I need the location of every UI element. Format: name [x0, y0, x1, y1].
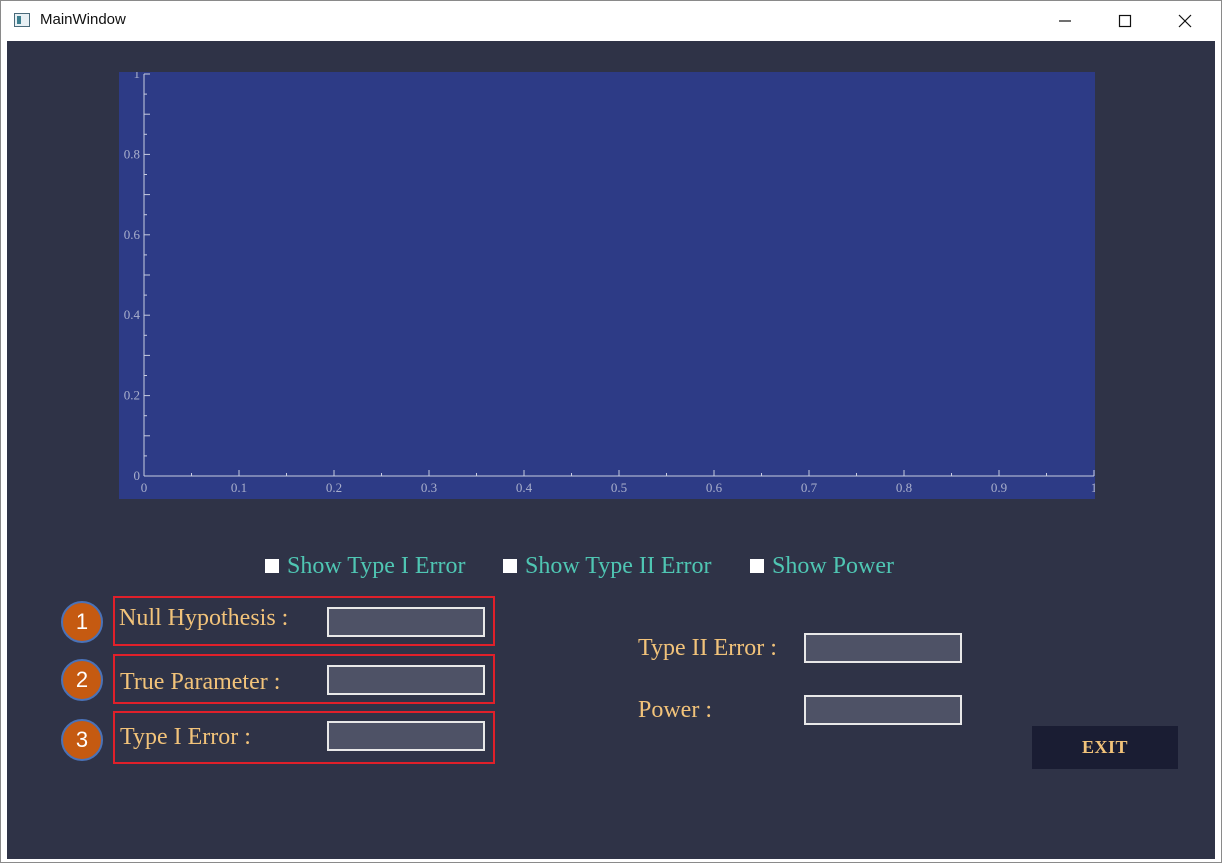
y-tick-label: 1 [134, 72, 141, 81]
checkbox-label: Show Type II Error [525, 552, 712, 579]
step-badge-1: 1 [61, 601, 103, 643]
null-hypothesis-input[interactable] [327, 607, 485, 637]
y-tick-label: 0.8 [124, 146, 140, 161]
show-type1-error-checkbox[interactable]: Show Type I Error [265, 551, 466, 581]
main-panel: 0 0.1 0.2 0.3 0.4 0.5 0.6 0.7 0.8 0.9 1 0 0.2 0.4 0.6 0… [7, 41, 1215, 859]
step-badge-3: 3 [61, 719, 103, 761]
x-tick-label: 0.7 [801, 480, 818, 495]
show-power-checkbox[interactable]: Show Power [750, 551, 894, 581]
x-tick-label: 0.8 [896, 480, 912, 495]
type1-error-input[interactable] [327, 721, 485, 751]
minimize-icon [1059, 19, 1071, 22]
y-tick-label: 0.4 [124, 307, 141, 322]
show-type2-error-checkbox[interactable]: Show Type II Error [503, 551, 712, 581]
x-tick-label: 0 [141, 480, 148, 495]
type1-error-label: Type I Error : [120, 724, 251, 750]
y-tick-label: 0.6 [124, 227, 141, 242]
title-bar[interactable]: MainWindow [1, 1, 1221, 40]
null-hypothesis-group: Null Hypothesis : [113, 596, 495, 646]
checkbox-icon[interactable] [503, 559, 517, 573]
plot-area: 0 0.1 0.2 0.3 0.4 0.5 0.6 0.7 0.8 0.9 1 0 0.2 0.4 0.6 0… [119, 72, 1095, 499]
true-parameter-label: True Parameter : [120, 669, 281, 695]
y-tick-label: 0 [134, 468, 141, 483]
app-icon [14, 13, 30, 27]
x-tick-label: 0.2 [326, 480, 342, 495]
step-badge-2: 2 [61, 659, 103, 701]
maximize-icon [1118, 14, 1132, 27]
checkbox-icon[interactable] [265, 559, 279, 573]
type1-error-group: Type I Error : [113, 711, 495, 764]
close-icon [1178, 14, 1192, 27]
maximize-button[interactable] [1095, 1, 1155, 40]
checkbox-label: Show Type I Error [287, 552, 466, 579]
type2-error-output[interactable] [804, 633, 962, 663]
power-output[interactable] [804, 695, 962, 725]
x-tick-label: 0.1 [231, 480, 247, 495]
type2-error-label: Type II Error : [638, 635, 777, 661]
x-tick-label: 0.4 [516, 480, 533, 495]
checkbox-icon[interactable] [750, 559, 764, 573]
y-tick-label: 0.2 [124, 388, 140, 403]
power-label: Power : [638, 697, 712, 723]
x-tick-label: 0.5 [611, 480, 627, 495]
true-parameter-input[interactable] [327, 665, 485, 695]
checkbox-label: Show Power [772, 552, 895, 579]
plot-canvas: 0 0.1 0.2 0.3 0.4 0.5 0.6 0.7 0.8 0.9 1 0 0.2 0.4 0.6 0… [124, 72, 1095, 495]
exit-button[interactable]: EXIT [1032, 726, 1178, 769]
window-title: MainWindow [40, 11, 126, 28]
x-tick-label: 0.6 [706, 480, 723, 495]
close-button[interactable] [1155, 1, 1215, 40]
null-hypothesis-label: Null Hypothesis : [119, 605, 289, 631]
true-parameter-group: True Parameter : [113, 654, 495, 704]
x-tick-label: 0.3 [421, 480, 437, 495]
main-window: MainWindow 0 0.1 0.2 0.3 0.4 0.5 0.6 0.7 0.8 0.9 1… [0, 0, 1222, 863]
minimize-button[interactable] [1035, 1, 1095, 40]
x-tick-label: 0.9 [991, 480, 1007, 495]
x-tick-label: 1 [1091, 480, 1095, 495]
